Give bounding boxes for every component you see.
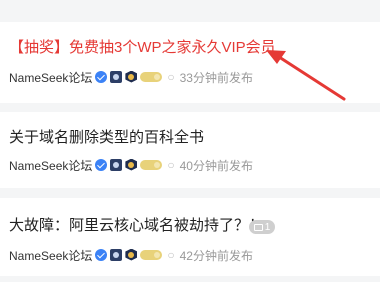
level-badge-icon — [110, 71, 123, 83]
post-title[interactable]: 【抽奖】免费抽3个WP之家永久VIP会员 — [9, 39, 276, 57]
card-divider — [0, 103, 380, 112]
medal-icon — [125, 249, 137, 262]
author-name[interactable]: NameSeek论坛 — [9, 247, 92, 264]
level-badge-icon — [110, 249, 123, 261]
author-name[interactable]: NameSeek论坛 — [9, 69, 92, 86]
author-name[interactable]: NameSeek论坛 — [9, 157, 92, 174]
level-badge-icon — [110, 159, 123, 171]
medal-icon — [125, 71, 137, 84]
separator-dot: ○ — [167, 158, 175, 172]
post-time: 40分钟前发布 — [179, 158, 253, 173]
card-divider — [0, 188, 380, 198]
coin-badge-icon — [140, 72, 163, 82]
top-spacer — [0, 0, 380, 22]
verified-icon — [95, 71, 108, 83]
verified-icon — [95, 159, 108, 171]
image-count: 1 — [264, 221, 271, 233]
post-meta: NameSeek论坛 ○ 40分钟前发布 — [9, 157, 253, 173]
separator-dot: ○ — [167, 70, 175, 84]
post-card[interactable]: 关于域名删除类型的百科全书 NameSeek论坛 ○ 40分钟前发布 — [0, 112, 380, 188]
separator-dot: ○ — [167, 248, 175, 262]
post-card[interactable]: 大故障：阿里云核心域名被劫持了？！ 1 NameSeek论坛 ○ 42分钟前发布 — [0, 198, 380, 276]
image-count-badge: 1 — [249, 220, 275, 234]
medal-icon — [125, 159, 137, 172]
verified-icon — [95, 249, 108, 261]
post-card[interactable]: 【抽奖】免费抽3个WP之家永久VIP会员 NameSeek论坛 ○ 33分钟前发… — [0, 22, 380, 103]
post-title[interactable]: 关于域名删除类型的百科全书 — [9, 129, 204, 147]
post-time: 33分钟前发布 — [179, 70, 253, 85]
post-title[interactable]: 大故障：阿里云核心域名被劫持了？！ — [9, 217, 264, 235]
post-meta: NameSeek论坛 ○ 42分钟前发布 — [9, 247, 253, 263]
post-time: 42分钟前发布 — [179, 248, 253, 263]
coin-badge-icon — [140, 160, 163, 170]
coin-badge-icon — [140, 250, 163, 260]
bottom-spacer — [0, 276, 380, 282]
image-icon — [253, 223, 263, 231]
post-meta: NameSeek论坛 ○ 33分钟前发布 — [9, 69, 253, 85]
